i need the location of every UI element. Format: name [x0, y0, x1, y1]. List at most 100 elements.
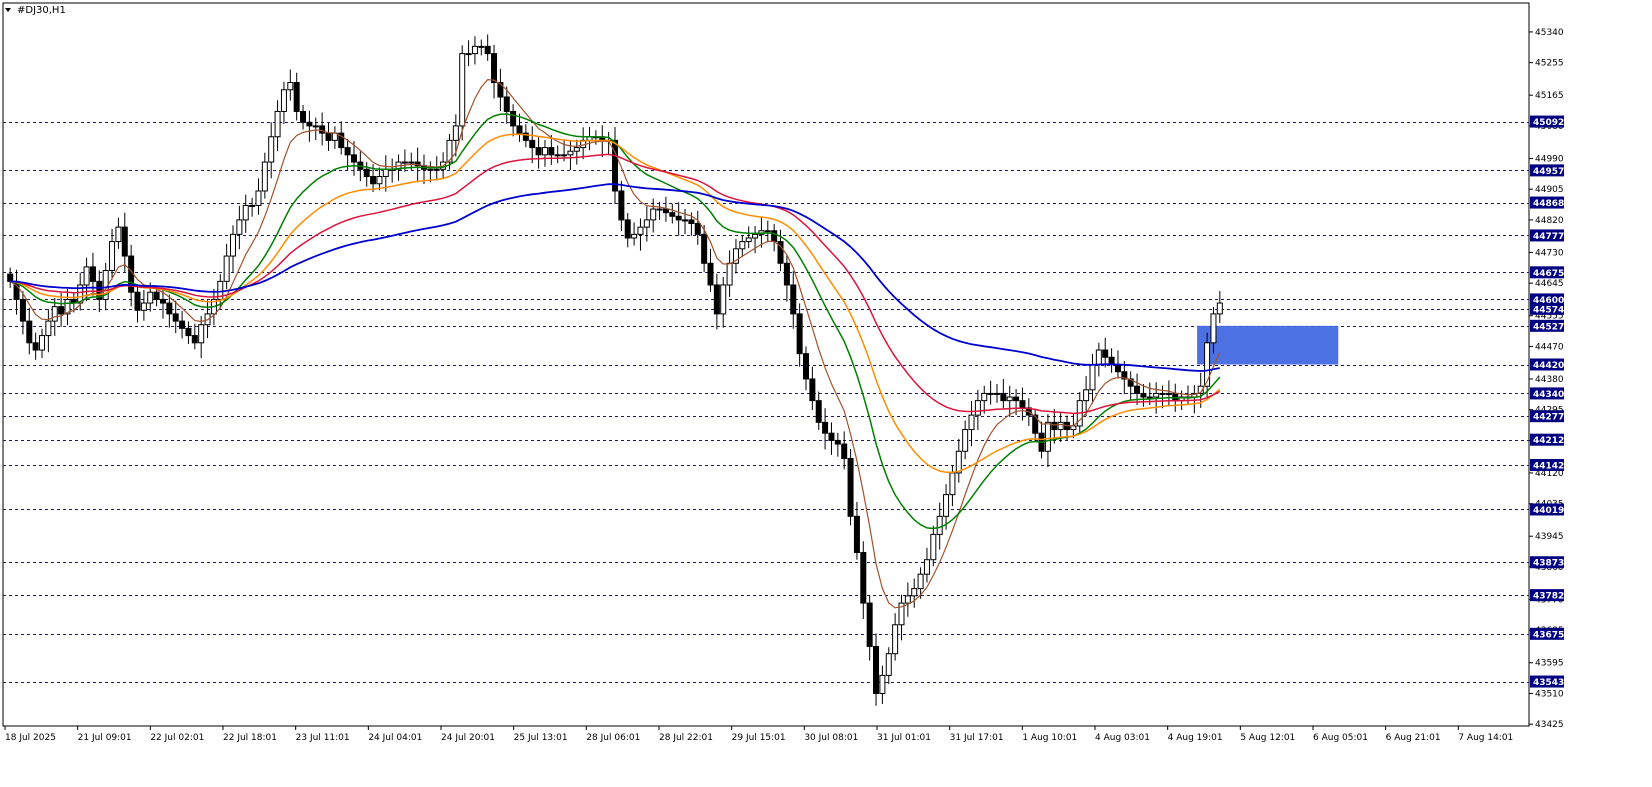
x-tick-label: 29 Jul 15:01 [732, 733, 786, 743]
candle-body [936, 515, 943, 535]
candle-body [624, 219, 631, 239]
candle-body [860, 551, 867, 604]
candle-body [471, 45, 478, 55]
x-tick-label: 31 Jul 17:01 [950, 733, 1004, 743]
level-tag-label: 44420 [1533, 361, 1564, 371]
candle-body [567, 150, 574, 156]
candle-body [656, 208, 663, 211]
candle-body [51, 306, 58, 322]
y-tick-label: 44730 [1535, 248, 1564, 258]
candle-body [1089, 364, 1096, 391]
candle-body [815, 400, 822, 423]
candle-body [930, 533, 937, 561]
symbol-label: #DJ30,H1 [17, 5, 66, 16]
candle-body [618, 190, 625, 221]
x-tick-label: 22 Jul 18:01 [223, 733, 277, 743]
candle-body [109, 241, 116, 272]
candle-body [503, 96, 510, 112]
candle-body [707, 262, 714, 286]
candle-body [1210, 313, 1217, 344]
candle-body [981, 392, 988, 402]
y-tick-label: 43425 [1535, 720, 1564, 730]
candle-body [1216, 302, 1223, 315]
candle-body [949, 472, 956, 496]
level-tag-label: 44675 [1533, 269, 1564, 279]
candle-body [1204, 342, 1211, 387]
candle-body [631, 233, 638, 239]
candle-body [58, 306, 65, 315]
candle-body [1044, 421, 1051, 452]
candle-body [962, 429, 969, 452]
candle-body [682, 219, 689, 222]
candle-body [892, 624, 899, 655]
candle-body [904, 595, 911, 604]
candle-body [968, 414, 975, 431]
level-tag-label: 43543 [1533, 678, 1564, 688]
candle-body [713, 284, 720, 315]
y-tick-label: 44470 [1535, 342, 1564, 352]
x-tick-label: 30 Jul 08:01 [804, 733, 858, 743]
level-tag-label: 44868 [1533, 199, 1564, 209]
candle-body [32, 342, 39, 351]
candle-body [147, 291, 154, 304]
candle-body [459, 53, 466, 127]
candle-body [179, 320, 186, 329]
candle-body [344, 147, 351, 156]
y-tick-label: 44990 [1535, 154, 1564, 164]
candle-body [312, 125, 319, 128]
candle-body [987, 392, 994, 395]
candle-body [688, 219, 695, 225]
candle-body [1165, 392, 1172, 395]
candle-body [548, 147, 555, 156]
candle-body [376, 176, 383, 185]
candle-body [783, 262, 790, 286]
level-tag-label: 43675 [1533, 630, 1564, 640]
candle-body [249, 204, 256, 207]
candle-body [790, 284, 797, 315]
candle-body [45, 320, 52, 337]
candle-body [159, 298, 166, 304]
candle-body [325, 132, 332, 141]
x-tick-label: 5 Aug 12:01 [1240, 733, 1295, 743]
candle-body [541, 147, 548, 156]
candle-body [198, 324, 205, 344]
candle-body [1006, 396, 1013, 402]
candle-body [771, 230, 778, 243]
level-tag-label: 44019 [1533, 506, 1564, 516]
candle-body [427, 168, 434, 171]
y-tick-label: 44820 [1535, 216, 1564, 226]
y-tick-label: 45165 [1535, 91, 1564, 101]
level-tag-label: 44142 [1533, 461, 1564, 471]
chart-canvas: 4534045255451654508044990449054482044730… [0, 0, 1652, 787]
candle-body [306, 121, 313, 127]
candle-body [873, 645, 880, 694]
candle-body [841, 443, 848, 459]
candle-body [1153, 392, 1160, 398]
highlight-zone [1197, 325, 1339, 365]
candle-body [739, 241, 746, 250]
chart: 4534045255451654508044990449054482044730… [0, 0, 1652, 787]
candle-body [83, 266, 90, 286]
candle-body [370, 176, 377, 185]
candle-body [1095, 349, 1102, 366]
candle-body [1172, 392, 1179, 402]
candle-body [573, 147, 580, 152]
level-tag-label: 44527 [1533, 322, 1564, 332]
candle-body [694, 223, 701, 235]
candle-body [802, 353, 809, 380]
candle-body [230, 233, 237, 257]
candle-body [1134, 385, 1141, 394]
candle-body [300, 110, 307, 123]
y-tick-label: 44380 [1535, 375, 1564, 385]
level-tag-label: 45092 [1533, 118, 1564, 128]
level-tag-label: 44212 [1533, 436, 1564, 446]
candle-body [1159, 392, 1166, 395]
candle-body [1013, 396, 1020, 402]
y-tick-label: 45340 [1535, 28, 1564, 38]
candle-body [866, 602, 873, 647]
candle-body [261, 161, 268, 192]
level-tag-label: 44277 [1533, 413, 1564, 423]
candle-body [879, 674, 886, 694]
candle-body [943, 494, 950, 517]
candle-body [554, 154, 561, 157]
